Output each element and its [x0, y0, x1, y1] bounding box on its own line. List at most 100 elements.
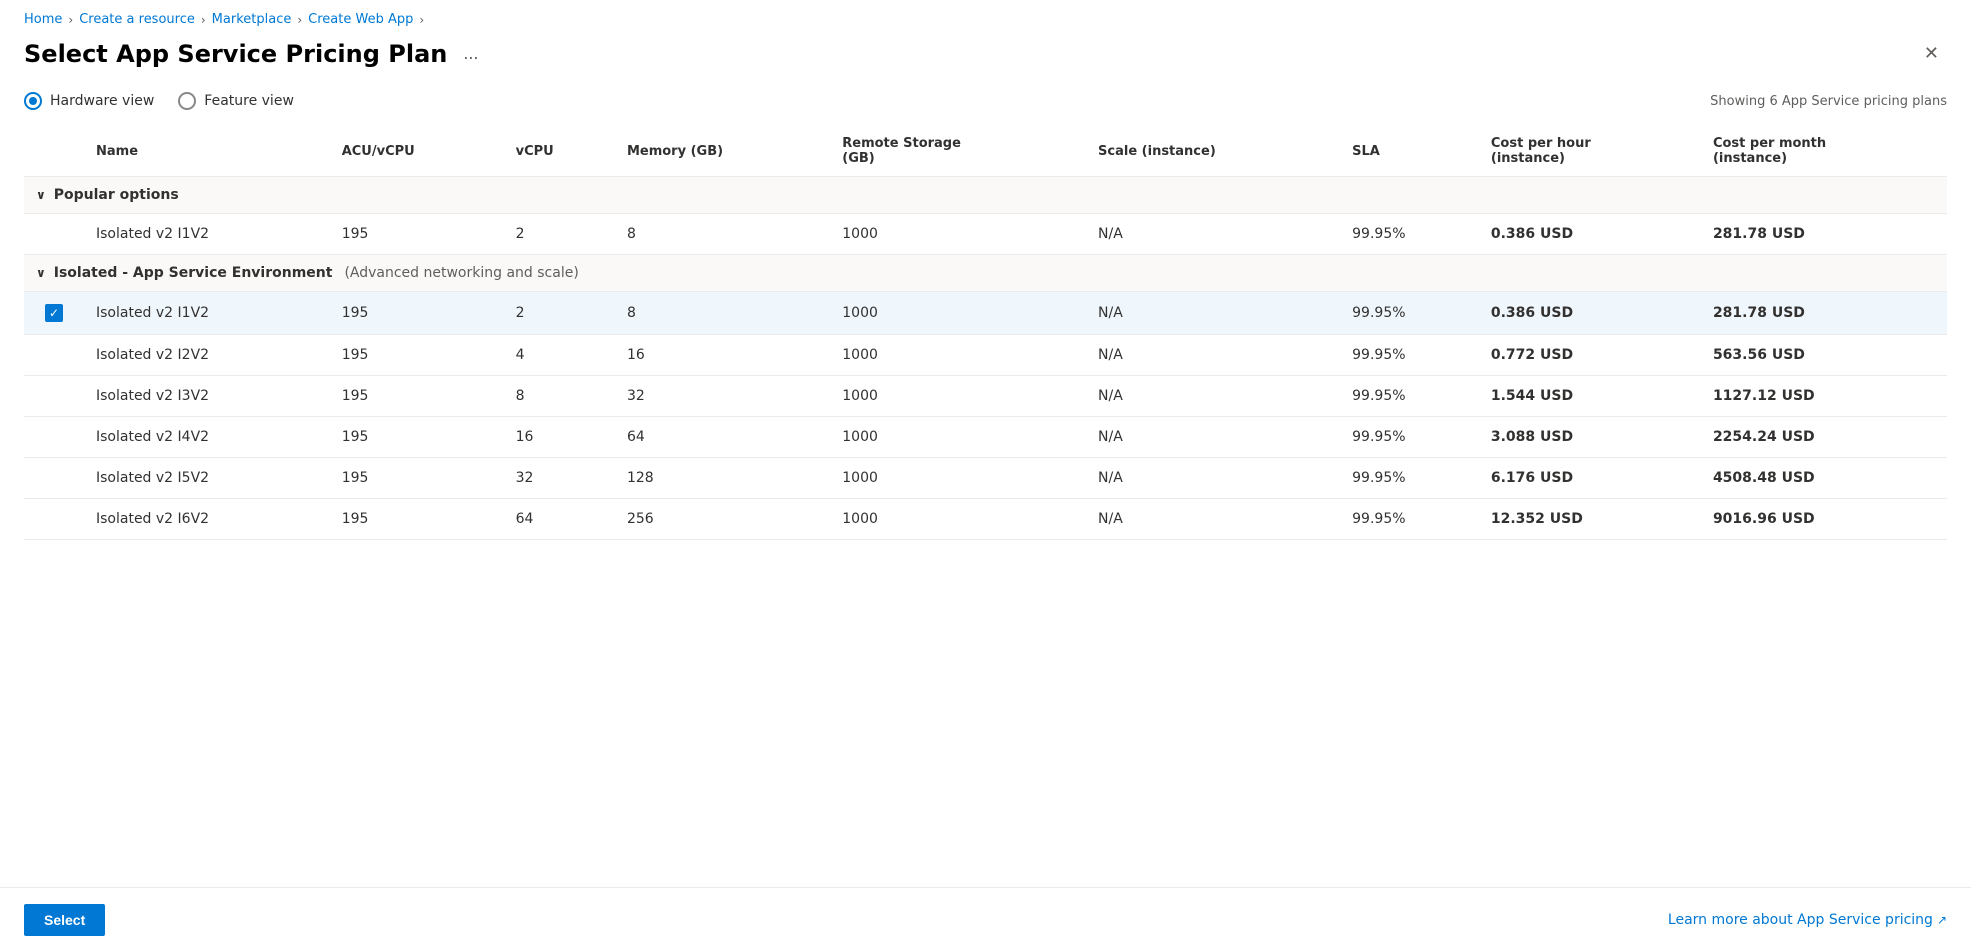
breadcrumb-home[interactable]: Home [24, 12, 62, 27]
cell-memory: 16 [615, 335, 830, 376]
cell-vcpu: 2 [504, 292, 615, 335]
cell-cost-month: 281.78 USD [1701, 214, 1947, 255]
learn-more-text: Learn more about App Service pricing [1668, 912, 1933, 928]
cell-scale: N/A [1086, 335, 1340, 376]
section-label-isolated: Isolated - App Service Environment [54, 265, 333, 281]
cell-cost-month: 281.78 USD [1701, 292, 1947, 335]
cell-sla: 99.95% [1340, 458, 1479, 499]
cell-sla: 99.95% [1340, 214, 1479, 255]
feature-view-option[interactable]: Feature view [178, 92, 294, 110]
hardware-view-option[interactable]: Hardware view [24, 92, 154, 110]
cell-name: Isolated v2 I3V2 [84, 376, 330, 417]
breadcrumb-create-web-app[interactable]: Create Web App [308, 12, 413, 27]
col-cost-month: Cost per month(instance) [1701, 126, 1947, 177]
table-header: Name ACU/vCPU vCPU Memory (GB) Remote St… [24, 126, 1947, 177]
cell-acu: 195 [330, 292, 504, 335]
cell-cost-month: 9016.96 USD [1701, 499, 1947, 540]
row-checkbox-1-2[interactable] [24, 376, 84, 417]
cell-scale: N/A [1086, 417, 1340, 458]
cell-cost-hour: 0.386 USD [1479, 292, 1701, 335]
col-acu: ACU/vCPU [330, 126, 504, 177]
col-checkbox [24, 126, 84, 177]
ellipsis-button[interactable]: ... [457, 41, 484, 66]
col-name: Name [84, 126, 330, 177]
table-row[interactable]: Isolated v2 I5V2195321281000N/A99.95%6.1… [24, 458, 1947, 499]
cell-scale: N/A [1086, 376, 1340, 417]
table-row[interactable]: ✓Isolated v2 I1V2195281000N/A99.95%0.386… [24, 292, 1947, 335]
feature-view-radio[interactable] [178, 92, 196, 110]
table-body: ∨Popular optionsIsolated v2 I1V219528100… [24, 177, 1947, 540]
cell-name: Isolated v2 I2V2 [84, 335, 330, 376]
cell-remote-storage: 1000 [830, 458, 1086, 499]
cell-remote-storage: 1000 [830, 376, 1086, 417]
section-chevron-isolated[interactable]: ∨ [36, 266, 46, 280]
cell-name: Isolated v2 I1V2 [84, 292, 330, 335]
col-scale: Scale (instance) [1086, 126, 1340, 177]
cell-acu: 195 [330, 376, 504, 417]
cell-acu: 195 [330, 214, 504, 255]
col-vcpu: vCPU [504, 126, 615, 177]
row-checkbox-1-5[interactable] [24, 499, 84, 540]
page-container: Home › Create a resource › Marketplace ›… [0, 0, 1971, 952]
table-row[interactable]: Isolated v2 I4V219516641000N/A99.95%3.08… [24, 417, 1947, 458]
cell-vcpu: 16 [504, 417, 615, 458]
view-toggle-row: Hardware view Feature view Showing 6 App… [0, 84, 1971, 126]
row-checkbox-0-0[interactable] [24, 214, 84, 255]
hardware-view-radio[interactable] [24, 92, 42, 110]
cell-name: Isolated v2 I5V2 [84, 458, 330, 499]
cell-acu: 195 [330, 335, 504, 376]
row-checkbox-1-4[interactable] [24, 458, 84, 499]
row-checkbox-1-3[interactable] [24, 417, 84, 458]
table-row[interactable]: Isolated v2 I6V2195642561000N/A99.95%12.… [24, 499, 1947, 540]
breadcrumb-create-resource[interactable]: Create a resource [79, 12, 195, 27]
header: Select App Service Pricing Plan ... ✕ [0, 35, 1971, 84]
row-checkbox-1-0[interactable]: ✓ [24, 292, 84, 335]
cell-cost-month: 2254.24 USD [1701, 417, 1947, 458]
cell-sla: 99.95% [1340, 417, 1479, 458]
close-button[interactable]: ✕ [1916, 39, 1947, 68]
section-chevron-popular[interactable]: ∨ [36, 188, 46, 202]
cell-scale: N/A [1086, 458, 1340, 499]
cell-cost-hour: 0.772 USD [1479, 335, 1701, 376]
table-row[interactable]: Isolated v2 I1V2195281000N/A99.95%0.386 … [24, 214, 1947, 255]
cell-cost-hour: 1.544 USD [1479, 376, 1701, 417]
table-header-row: Name ACU/vCPU vCPU Memory (GB) Remote St… [24, 126, 1947, 177]
breadcrumb-sep-1: › [68, 13, 73, 27]
pricing-table: Name ACU/vCPU vCPU Memory (GB) Remote St… [24, 126, 1947, 540]
cell-acu: 195 [330, 417, 504, 458]
select-button[interactable]: Select [24, 904, 105, 936]
section-header-isolated: ∨ Isolated - App Service Environment (Adv… [24, 255, 1947, 292]
cell-vcpu: 8 [504, 376, 615, 417]
cell-cost-month: 563.56 USD [1701, 335, 1947, 376]
row-checkbox-1-1[interactable] [24, 335, 84, 376]
col-cost-hour: Cost per hour(instance) [1479, 126, 1701, 177]
cell-name: Isolated v2 I4V2 [84, 417, 330, 458]
cell-sla: 99.95% [1340, 499, 1479, 540]
cell-sla: 99.95% [1340, 376, 1479, 417]
cell-sla: 99.95% [1340, 335, 1479, 376]
pricing-table-container: Name ACU/vCPU vCPU Memory (GB) Remote St… [0, 126, 1971, 540]
cell-remote-storage: 1000 [830, 292, 1086, 335]
learn-more-link[interactable]: Learn more about App Service pricing ↗ [1668, 912, 1947, 928]
cell-acu: 195 [330, 499, 504, 540]
cell-cost-hour: 0.386 USD [1479, 214, 1701, 255]
hardware-view-label: Hardware view [50, 93, 154, 109]
cell-remote-storage: 1000 [830, 499, 1086, 540]
external-link-icon: ↗ [1937, 913, 1947, 927]
section-header-cell-isolated: ∨ Isolated - App Service Environment (Adv… [24, 255, 1947, 292]
section-subtitle-isolated: (Advanced networking and scale) [344, 265, 578, 281]
table-row[interactable]: Isolated v2 I2V21954161000N/A99.95%0.772… [24, 335, 1947, 376]
cell-name: Isolated v2 I1V2 [84, 214, 330, 255]
table-row[interactable]: Isolated v2 I3V21958321000N/A99.95%1.544… [24, 376, 1947, 417]
breadcrumb: Home › Create a resource › Marketplace ›… [0, 0, 1971, 35]
cell-memory: 32 [615, 376, 830, 417]
cell-scale: N/A [1086, 292, 1340, 335]
footer: Select Learn more about App Service pric… [0, 887, 1971, 952]
cell-cost-hour: 12.352 USD [1479, 499, 1701, 540]
page-title: Select App Service Pricing Plan ... [24, 40, 484, 68]
cell-vcpu: 32 [504, 458, 615, 499]
cell-vcpu: 4 [504, 335, 615, 376]
breadcrumb-marketplace[interactable]: Marketplace [212, 12, 292, 27]
cell-sla: 99.95% [1340, 292, 1479, 335]
cell-cost-month: 1127.12 USD [1701, 376, 1947, 417]
